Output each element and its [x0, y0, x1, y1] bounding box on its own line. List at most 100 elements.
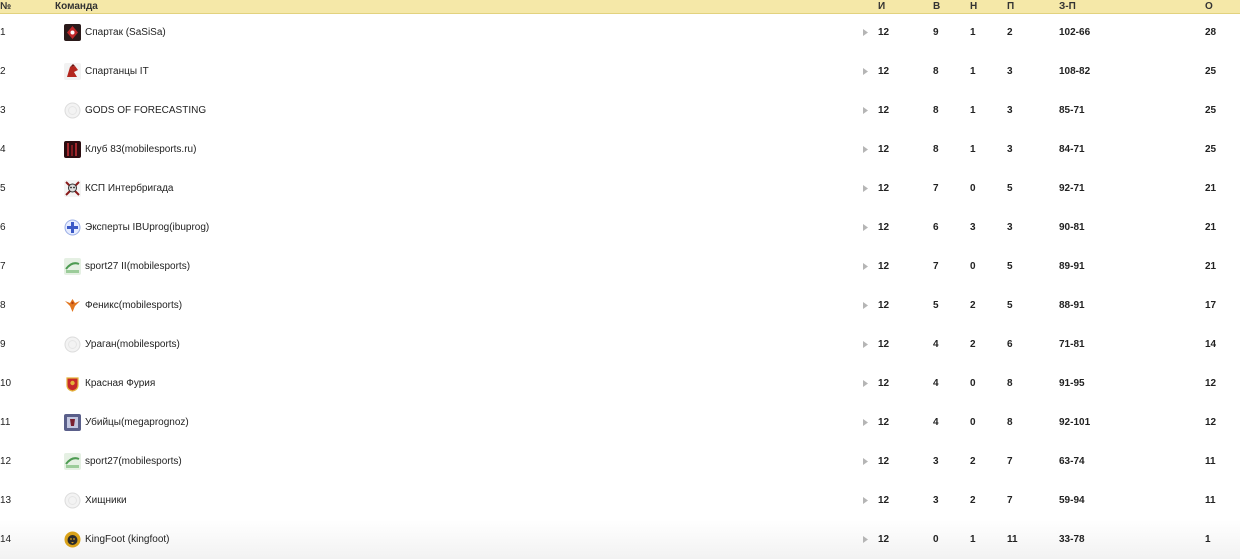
default-logo-icon: [64, 102, 81, 119]
played-count: 12: [878, 417, 890, 428]
expand-arrow-icon[interactable]: [861, 262, 870, 271]
lion-logo-icon: [64, 531, 81, 548]
team-name-link[interactable]: Клуб 83(mobilesports.ru): [85, 144, 196, 155]
lost-count: 7: [1007, 495, 1013, 506]
expand-arrow-icon[interactable]: [861, 106, 870, 115]
goals-ratio: 90-81: [1059, 222, 1085, 233]
row-position: 10: [0, 378, 12, 389]
won-count: 7: [933, 183, 939, 194]
expand-arrow-icon[interactable]: [861, 184, 870, 193]
expand-arrow-icon[interactable]: [861, 340, 870, 349]
team-name-link[interactable]: Красная Фурия: [85, 378, 155, 389]
played-count: 12: [878, 144, 890, 155]
team-name-link[interactable]: Эксперты IBUprog(ibuprog): [85, 222, 209, 233]
team-name-link[interactable]: Спартанцы IT: [85, 66, 149, 77]
expand-arrow-icon[interactable]: [861, 28, 870, 37]
expand-arrow-icon[interactable]: [861, 301, 870, 310]
points-total: 21: [1205, 183, 1217, 194]
expand-arrow-icon[interactable]: [861, 496, 870, 505]
header-played[interactable]: И: [878, 1, 885, 12]
goals-ratio: 84-71: [1059, 144, 1085, 155]
played-count: 12: [878, 339, 890, 350]
won-count: 6: [933, 222, 939, 233]
team-name-link[interactable]: sport27 II(mobilesports): [85, 261, 190, 272]
goals-ratio: 33-78: [1059, 534, 1085, 545]
team-name-link[interactable]: Хищники: [85, 495, 127, 506]
table-row: 10 Красная Фурия 12 4 0 8 91-95 12: [0, 364, 1240, 403]
drawn-count: 2: [970, 456, 976, 467]
row-position: 12: [0, 456, 12, 467]
team-name-link[interactable]: sport27(mobilesports): [85, 456, 182, 467]
goals-ratio: 63-74: [1059, 456, 1085, 467]
drawn-count: 0: [970, 378, 976, 389]
team-name-link[interactable]: Спартак (SaSiSa): [85, 27, 166, 38]
lost-count: 3: [1007, 144, 1013, 155]
expand-arrow-icon[interactable]: [861, 67, 870, 76]
expand-arrow-icon[interactable]: [861, 535, 870, 544]
drawn-count: 1: [970, 27, 976, 38]
team-name-link[interactable]: KingFoot (kingfoot): [85, 534, 170, 545]
drawn-count: 3: [970, 222, 976, 233]
drawn-count: 0: [970, 183, 976, 194]
spartan-logo-icon: [64, 63, 81, 80]
header-lost[interactable]: П: [1007, 1, 1014, 12]
table-row: 1 Спартак (SaSiSa) 12 9 1 2 102-66 28: [0, 13, 1240, 52]
expand-arrow-icon[interactable]: [861, 457, 870, 466]
row-position: 9: [0, 339, 6, 350]
table-row: 7 sport27 II(mobilesports) 12 7 0 5 89-91 21: [0, 247, 1240, 286]
expand-arrow-icon[interactable]: [861, 145, 870, 154]
points-total: 11: [1205, 456, 1216, 467]
header-goals[interactable]: З-П: [1059, 1, 1076, 12]
played-count: 12: [878, 300, 890, 311]
expand-arrow-icon[interactable]: [861, 418, 870, 427]
goals-ratio: 59-94: [1059, 495, 1085, 506]
row-position: 14: [0, 534, 12, 545]
expand-arrow-icon[interactable]: [861, 223, 870, 232]
table-row: 2 Спартанцы IT 12 8 1 3 108-82 25: [0, 52, 1240, 91]
goals-ratio: 85-71: [1059, 105, 1085, 116]
header-points[interactable]: О: [1205, 1, 1213, 12]
points-total: 25: [1205, 105, 1217, 116]
team-name-link[interactable]: Ураган(mobilesports): [85, 339, 180, 350]
won-count: 4: [933, 339, 939, 350]
table-row: 3 GODS OF FORECASTING 12 8 1 3 85-71 25: [0, 91, 1240, 130]
points-total: 25: [1205, 66, 1217, 77]
won-count: 8: [933, 66, 939, 77]
lost-count: 5: [1007, 183, 1013, 194]
goals-ratio: 88-91: [1059, 300, 1085, 311]
phoenix-logo-icon: [64, 297, 81, 314]
goals-ratio: 92-101: [1059, 417, 1091, 428]
header-won[interactable]: В: [933, 1, 940, 12]
row-position: 3: [0, 105, 6, 116]
lost-count: 6: [1007, 339, 1013, 350]
played-count: 12: [878, 495, 890, 506]
lost-count: 2: [1007, 27, 1013, 38]
drawn-count: 2: [970, 339, 976, 350]
played-count: 12: [878, 222, 890, 233]
header-team[interactable]: Команда: [55, 1, 98, 12]
header-pos: №: [0, 1, 12, 12]
table-row: 12 sport27(mobilesports) 12 3 2 7 63-74 11: [0, 442, 1240, 481]
played-count: 12: [878, 378, 890, 389]
team-name-link[interactable]: GODS OF FORECASTING: [85, 105, 206, 116]
won-count: 8: [933, 144, 939, 155]
lost-count: 5: [1007, 261, 1013, 272]
goals-ratio: 91-95: [1059, 378, 1085, 389]
team-name-link[interactable]: КСП Интербригада: [85, 183, 173, 194]
won-count: 4: [933, 378, 939, 389]
row-position: 1: [0, 27, 6, 38]
points-total: 11: [1205, 495, 1216, 506]
spain-crest-logo-icon: [64, 375, 81, 392]
team-name-link[interactable]: Феникс(mobilesports): [85, 300, 182, 311]
lost-count: 5: [1007, 300, 1013, 311]
row-position: 11: [0, 417, 11, 428]
lost-count: 3: [1007, 66, 1013, 77]
points-total: 14: [1205, 339, 1217, 350]
header-drawn[interactable]: Н: [970, 1, 977, 12]
table-header: № Команда И В Н П З-П О: [0, 0, 1240, 14]
expand-arrow-icon[interactable]: [861, 379, 870, 388]
team-name-link[interactable]: Убийцы(megaprognoz): [85, 417, 189, 428]
spartak-logo-icon: [64, 24, 81, 41]
points-total: 12: [1205, 417, 1217, 428]
drawn-count: 1: [970, 66, 976, 77]
